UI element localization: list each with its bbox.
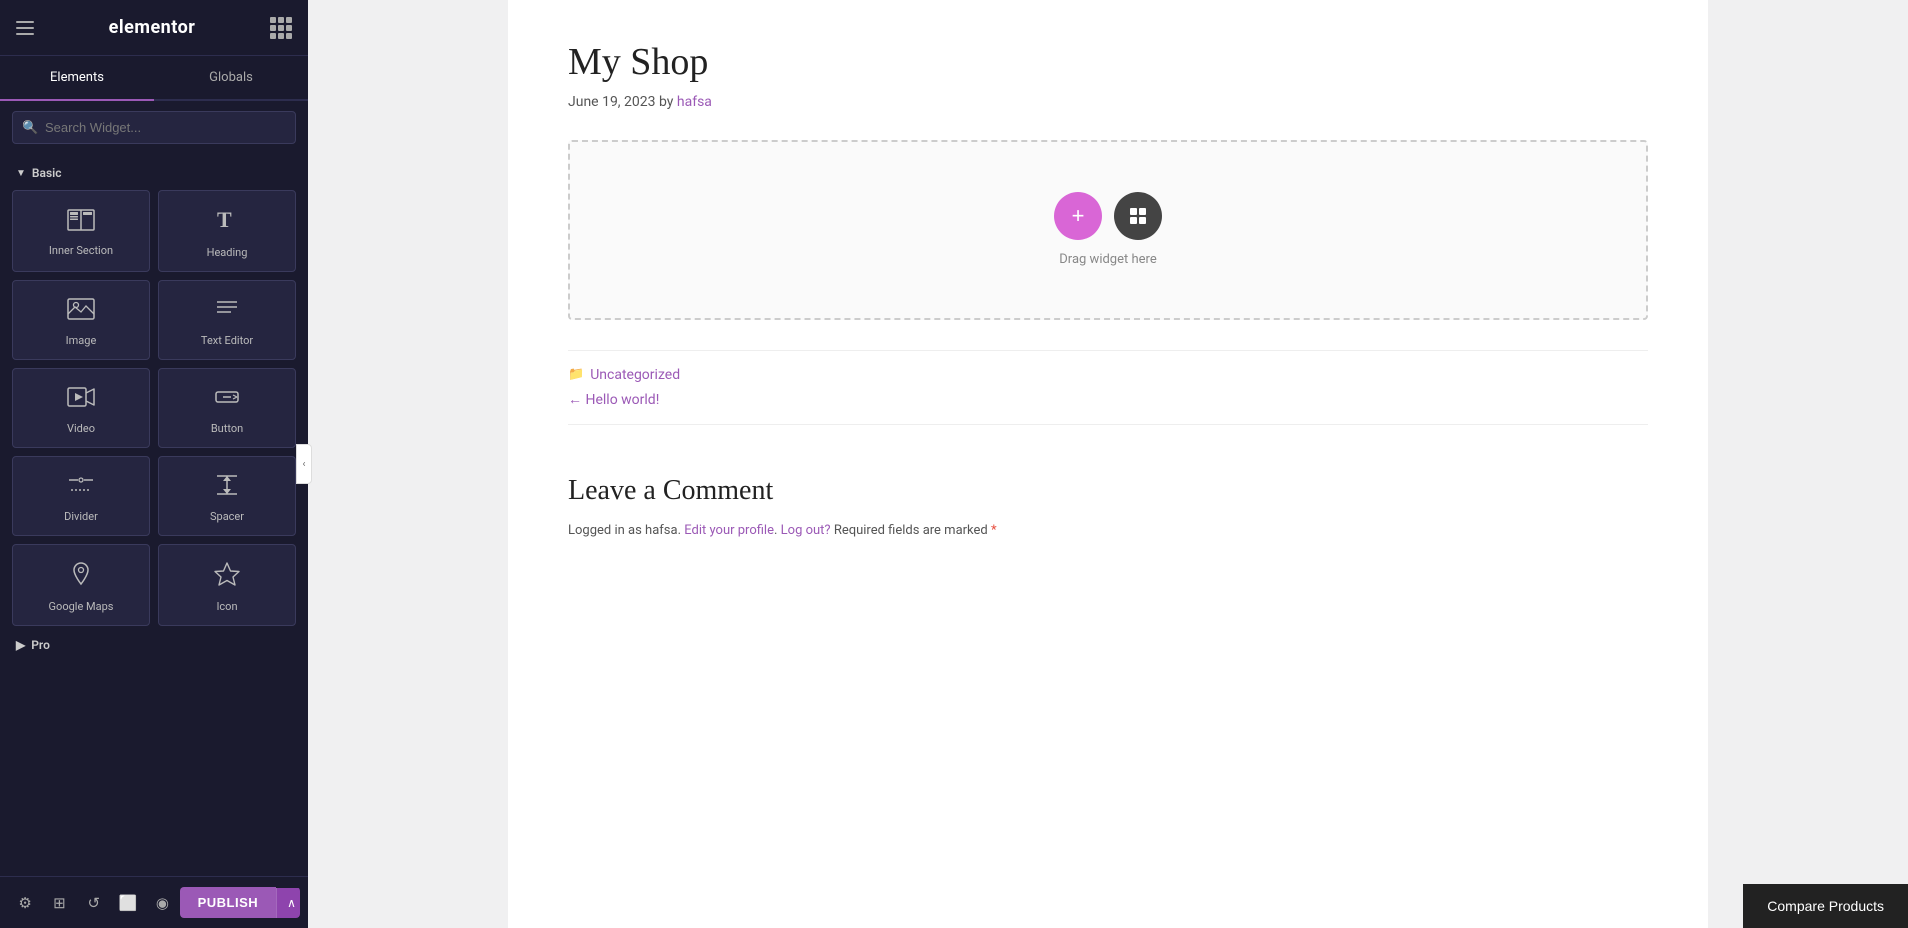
widget-google-maps[interactable]: Google Maps bbox=[12, 544, 150, 626]
comments-title: Leave a Comment bbox=[568, 475, 1648, 507]
section-basic-label: Basic bbox=[32, 166, 62, 180]
widget-video-label: Video bbox=[67, 422, 95, 435]
drop-zone-buttons: + bbox=[1054, 192, 1162, 240]
widget-spacer-label: Spacer bbox=[210, 510, 244, 523]
post-footer: 📁 Uncategorized ← Hello world! bbox=[568, 350, 1648, 425]
text-editor-icon bbox=[213, 297, 241, 326]
inner-section-icon bbox=[67, 209, 95, 236]
divider-icon bbox=[67, 473, 95, 502]
prev-post-link[interactable]: ← Hello world! bbox=[568, 392, 659, 408]
widget-image-label: Image bbox=[66, 334, 97, 347]
video-icon bbox=[67, 385, 95, 414]
chevron-down-icon: ▼ bbox=[16, 168, 26, 179]
drop-zone[interactable]: + Drag widget here bbox=[568, 140, 1648, 320]
canvas-content: My Shop June 19, 2023 by hafsa + Drag wi… bbox=[508, 0, 1708, 928]
required-asterisk: * bbox=[991, 523, 997, 538]
spacer-icon bbox=[213, 473, 241, 502]
widget-heading[interactable]: T Heading bbox=[158, 190, 296, 272]
widget-button[interactable]: Button bbox=[158, 368, 296, 448]
svg-text:T: T bbox=[217, 207, 232, 232]
widget-image[interactable]: Image bbox=[12, 280, 150, 360]
edit-profile-link[interactable]: Edit your profile bbox=[684, 523, 774, 538]
post-meta: June 19, 2023 by hafsa bbox=[568, 94, 1648, 110]
section-pro-header[interactable]: ▶ Pro bbox=[12, 626, 296, 662]
add-widget-button[interactable]: + bbox=[1054, 192, 1102, 240]
chevron-right-icon: ▶ bbox=[16, 638, 25, 652]
widget-video[interactable]: Video bbox=[12, 368, 150, 448]
widget-button-label: Button bbox=[211, 422, 243, 435]
section-pro-label: Pro bbox=[31, 638, 50, 652]
tab-elements[interactable]: Elements bbox=[0, 56, 154, 99]
elementor-logo: elementor bbox=[109, 17, 196, 38]
widgets-area: ▼ Basic Inner Section bbox=[0, 154, 308, 876]
post-categories: 📁 Uncategorized bbox=[568, 367, 1648, 383]
responsive-button[interactable]: ⬜ bbox=[111, 885, 145, 921]
post-author-link[interactable]: hafsa bbox=[677, 94, 712, 110]
collapse-panel-handle[interactable]: ‹ bbox=[296, 444, 312, 484]
history-button[interactable]: ↺ bbox=[77, 885, 111, 921]
settings-button[interactable]: ⚙ bbox=[8, 885, 42, 921]
required-fields-text: Required fields are marked * bbox=[834, 523, 997, 538]
left-panel: elementor Elements Globals 🔍 ▼ Basic bbox=[0, 0, 308, 928]
heading-icon: T bbox=[213, 207, 241, 238]
widgets-grid-basic: Inner Section T Heading bbox=[12, 190, 296, 626]
widget-spacer[interactable]: Spacer bbox=[158, 456, 296, 536]
widget-divider-label: Divider bbox=[64, 510, 98, 523]
compare-products-button[interactable]: Compare Products bbox=[1743, 884, 1908, 928]
layers-button[interactable]: ⊞ bbox=[42, 885, 76, 921]
logout-link[interactable]: Log out? bbox=[781, 523, 831, 538]
widget-icon-label: Icon bbox=[216, 600, 237, 613]
folder-icon: 📁 bbox=[568, 367, 584, 382]
add-template-button[interactable] bbox=[1114, 192, 1162, 240]
button-icon bbox=[213, 385, 241, 414]
tab-globals[interactable]: Globals bbox=[154, 56, 308, 99]
widget-text-editor-label: Text Editor bbox=[201, 334, 253, 347]
image-icon bbox=[67, 297, 95, 326]
widget-text-editor[interactable]: Text Editor bbox=[158, 280, 296, 360]
hamburger-icon[interactable] bbox=[16, 21, 34, 35]
publish-chevron-button[interactable]: ∧ bbox=[276, 888, 300, 918]
drag-hint: Drag widget here bbox=[1059, 252, 1156, 267]
widget-icon[interactable]: Icon bbox=[158, 544, 296, 626]
publish-button[interactable]: PUBLISH bbox=[180, 887, 277, 918]
category-link[interactable]: Uncategorized bbox=[590, 367, 680, 383]
panel-header: elementor bbox=[0, 0, 308, 56]
widget-inner-section-label: Inner Section bbox=[49, 244, 113, 257]
main-canvas: My Shop June 19, 2023 by hafsa + Drag wi… bbox=[308, 0, 1908, 928]
preview-button[interactable]: ◉ bbox=[145, 885, 179, 921]
icon-widget-icon bbox=[213, 561, 241, 592]
section-basic-header[interactable]: ▼ Basic bbox=[12, 154, 296, 190]
search-bar: 🔍 bbox=[0, 101, 308, 154]
search-icon: 🔍 bbox=[22, 120, 38, 135]
post-title: My Shop bbox=[568, 40, 1648, 86]
widget-google-maps-label: Google Maps bbox=[49, 600, 114, 613]
bottom-toolbar: ⚙ ⊞ ↺ ⬜ ◉ PUBLISH ∧ bbox=[0, 876, 308, 928]
widget-heading-label: Heading bbox=[207, 246, 248, 259]
comments-section: Leave a Comment Logged in as hafsa. Edit… bbox=[568, 455, 1648, 538]
publish-btn-group: PUBLISH ∧ bbox=[180, 887, 300, 918]
panel-tabs: Elements Globals bbox=[0, 56, 308, 101]
comments-meta: Logged in as hafsa. Edit your profile. L… bbox=[568, 523, 1648, 538]
post-date-by: June 19, 2023 by bbox=[568, 94, 673, 110]
apps-icon[interactable] bbox=[270, 17, 292, 39]
google-maps-icon bbox=[67, 561, 95, 592]
logged-in-text: Logged in as hafsa. bbox=[568, 523, 681, 538]
widget-inner-section[interactable]: Inner Section bbox=[12, 190, 150, 272]
post-nav: ← Hello world! bbox=[568, 391, 1648, 408]
search-input[interactable] bbox=[12, 111, 296, 144]
widget-divider[interactable]: Divider bbox=[12, 456, 150, 536]
